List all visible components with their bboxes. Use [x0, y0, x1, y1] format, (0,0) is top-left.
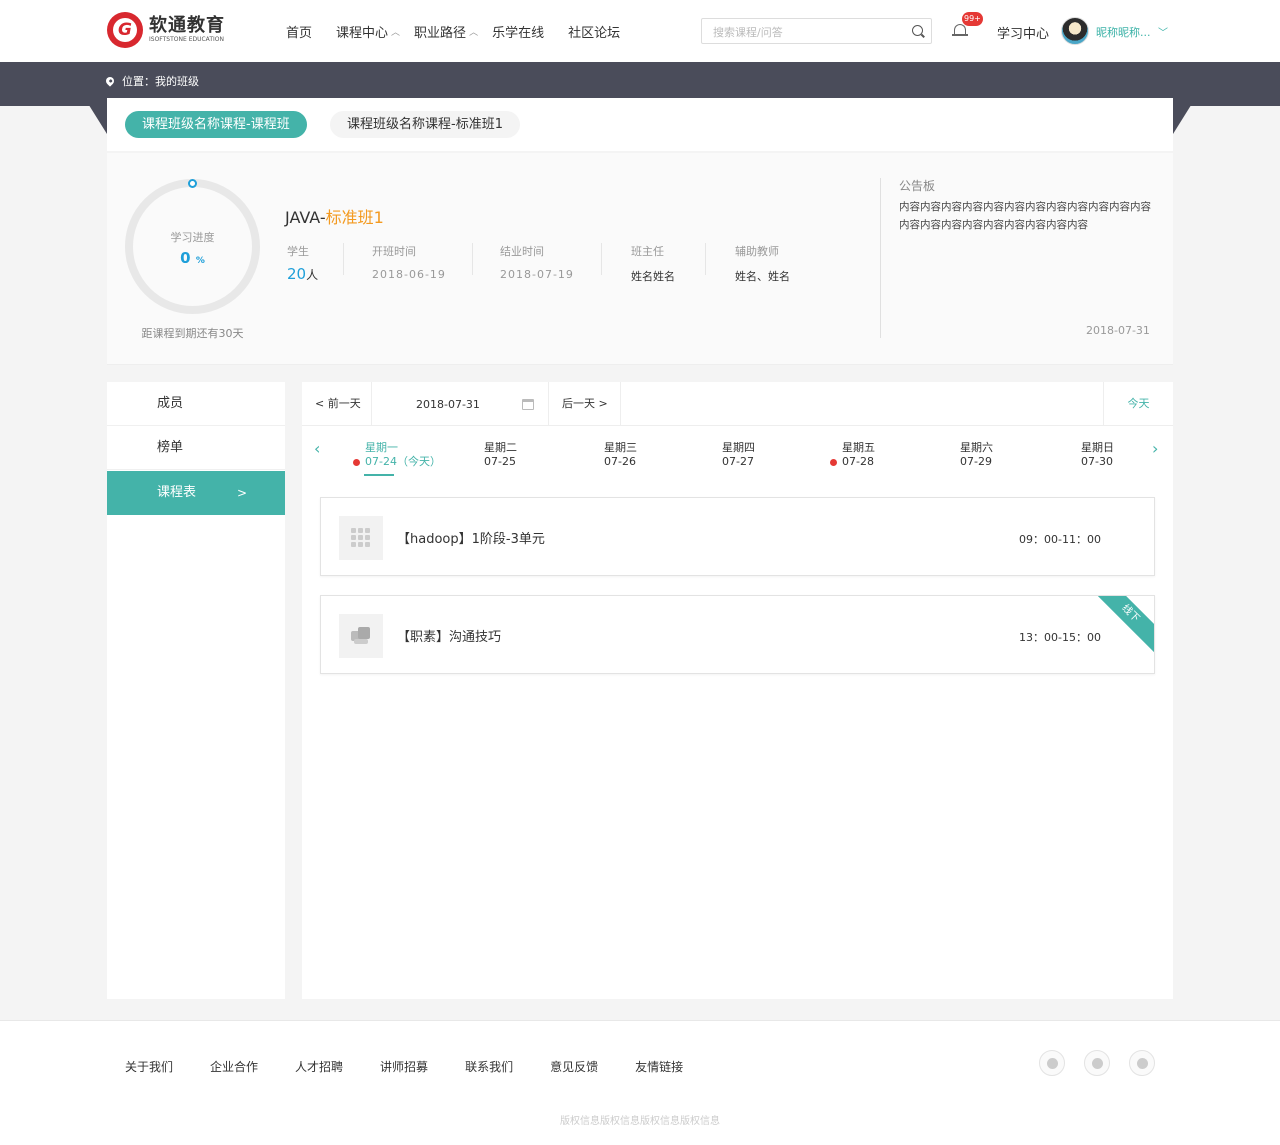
tab-class-2[interactable]: 课程班级名称课程-标准班1: [330, 111, 520, 138]
site-footer: 关于我们 企业合作 人才招聘 讲师招募 联系我们 意见反馈 友情链接 版权信息版…: [0, 1020, 1280, 1145]
footer-link-friends[interactable]: 友情链接: [635, 1058, 683, 1075]
user-nickname[interactable]: 昵称昵称...: [1096, 24, 1151, 40]
stat-start-date: 开班时间 2018-06-19: [372, 245, 446, 281]
chevron-down-icon[interactable]: ﹀: [1158, 24, 1168, 39]
week-strip: ‹ 星期一 07-24（今天） 星期二 07-25 星期三 07-26 星期四 …: [302, 427, 1173, 478]
sidebar: 成员 榜单 课程表 >: [107, 382, 285, 999]
active-day-indicator: [364, 474, 394, 476]
chevron-up-icon: ︿: [391, 28, 401, 38]
weibo-icon[interactable]: [1129, 1050, 1155, 1076]
week-day[interactable]: 星期一 07-24（今天）: [353, 441, 441, 469]
notification-badge: 99+: [962, 12, 983, 26]
nav-home[interactable]: 首页: [286, 22, 312, 41]
footer-link-feedback[interactable]: 意见反馈: [550, 1058, 598, 1075]
site-logo[interactable]: G 软通教育 ISOFTSTONE EDUCATION: [107, 12, 225, 48]
footer-link-contact[interactable]: 联系我们: [465, 1058, 513, 1075]
chevron-up-icon: ︿: [469, 28, 479, 38]
week-day[interactable]: 星期五 07-28: [830, 441, 875, 469]
footer-link-about[interactable]: 关于我们: [125, 1058, 173, 1075]
logo-subtitle: ISOFTSTONE EDUCATION: [149, 36, 224, 43]
lesson-dot: [830, 458, 837, 466]
lesson-card[interactable]: 【职素】沟通技巧 13：00-15：00 线下: [320, 595, 1155, 674]
top-header: G 软通教育 ISOFTSTONE EDUCATION 首页 课程中心 ︿ 职业路…: [0, 0, 1280, 62]
avatar[interactable]: [1061, 17, 1089, 45]
lesson-time: 09：00-11：00: [1019, 533, 1101, 546]
breadcrumb: 位置：我的班级: [104, 73, 199, 89]
divider: [343, 243, 344, 275]
date-navigation: < 前一天 2018-07-31 后一天 > 今天: [302, 382, 1173, 426]
week-day[interactable]: 星期二 07-25: [484, 441, 517, 469]
location-pin-icon: [104, 75, 116, 87]
chevron-right-icon: >: [236, 486, 247, 500]
week-day[interactable]: 星期日 07-30: [1081, 441, 1114, 469]
chat-icon: [351, 627, 371, 645]
progress-label: 学习进度: [170, 231, 215, 244]
notice-title: 公告板: [899, 179, 936, 193]
divider: [472, 243, 473, 275]
band-decoration-left: [62, 62, 107, 134]
divider: [601, 243, 602, 275]
stat-end-date: 结业时间 2018-07-19: [500, 245, 574, 281]
sidebar-item-schedule[interactable]: 课程表 >: [107, 471, 285, 515]
today-button[interactable]: 今天: [1103, 382, 1173, 426]
progress-value: 0 %: [180, 249, 205, 267]
search-icon[interactable]: [912, 25, 923, 36]
progress-ring: [125, 179, 260, 314]
footer-link-jobs[interactable]: 人才招聘: [295, 1058, 343, 1075]
chevron-right-icon[interactable]: ›: [1152, 439, 1158, 458]
nav-online-learning[interactable]: 乐学在线: [492, 22, 544, 41]
lesson-title: 【职素】沟通技巧: [397, 630, 502, 645]
grid-icon: [351, 528, 371, 548]
stat-students: 学生 20人: [287, 245, 319, 283]
date-picker[interactable]: 2018-07-31: [372, 382, 549, 426]
week-day[interactable]: 星期三 07-26: [604, 441, 637, 469]
week-day[interactable]: 星期六 07-29: [960, 441, 993, 469]
search-placeholder: 搜索课程/问答: [713, 26, 783, 39]
lesson-card[interactable]: 【hadoop】1阶段-3单元 09：00-11：00: [320, 497, 1155, 576]
class-title: JAVA-标准班1: [285, 208, 384, 227]
breadcrumb-text: 位置：我的班级: [122, 75, 199, 88]
notice-body: 内容内容内容内容内容内容内容内容内容内容内容内容内容内容内容内容内容内容内容内容…: [899, 201, 1151, 231]
band-decoration-right: [1173, 62, 1218, 134]
footer-links: 关于我们 企业合作 人才招聘 讲师招募 联系我们 意见反馈 友情链接: [125, 1058, 720, 1075]
stat-assistant: 辅助教师 姓名、姓名: [735, 245, 790, 283]
search-input[interactable]: 搜索课程/问答: [701, 18, 932, 44]
study-center-link[interactable]: 学习中心: [997, 23, 1049, 42]
week-day[interactable]: 星期四 07-27: [722, 441, 755, 469]
wechat-icon[interactable]: [1084, 1050, 1110, 1076]
lesson-dot: [353, 458, 360, 466]
lesson-thumbnail: [339, 516, 383, 560]
date-picker-value: 2018-07-31: [416, 398, 480, 411]
lesson-time: 13：00-15：00: [1019, 631, 1101, 644]
progress-ring-marker: [188, 179, 197, 188]
nav-forum[interactable]: 社区论坛: [568, 22, 620, 41]
nav-career-path[interactable]: 职业路径 ︿: [414, 22, 478, 41]
offline-ribbon: 线下: [1087, 596, 1154, 657]
chevron-left-icon[interactable]: ‹: [314, 439, 320, 458]
lesson-thumbnail: [339, 614, 383, 658]
qq-icon[interactable]: [1039, 1050, 1065, 1076]
logo-title: 软通教育: [149, 15, 225, 36]
prev-day-button[interactable]: < 前一天: [302, 382, 372, 426]
next-day-button[interactable]: 后一天 >: [549, 382, 621, 426]
lesson-title: 【hadoop】1阶段-3单元: [397, 532, 545, 547]
footer-link-lecturers[interactable]: 讲师招募: [380, 1058, 428, 1075]
class-tabs: 课程班级名称课程-课程班 课程班级名称课程-标准班1: [107, 98, 1173, 151]
stat-head-teacher: 班主任 姓名姓名: [631, 245, 675, 283]
sidebar-item-ranking[interactable]: 榜单: [107, 426, 285, 470]
nav-course-center[interactable]: 课程中心 ︿: [336, 22, 400, 41]
logo-icon: G: [107, 12, 143, 48]
notice-date: 2018-07-31: [1086, 324, 1150, 337]
expiry-countdown: 距课程到期还有30天: [141, 327, 244, 340]
copyright: 版权信息版权信息版权信息版权信息: [560, 1116, 720, 1127]
tab-class-1[interactable]: 课程班级名称课程-课程班: [125, 111, 307, 138]
class-info-card: 学习进度 0 % 距课程到期还有30天 JAVA-标准班1 学生 20人 开班时…: [107, 153, 1173, 365]
footer-link-cooperation[interactable]: 企业合作: [210, 1058, 258, 1075]
calendar-icon[interactable]: [522, 399, 534, 410]
divider: [705, 243, 706, 275]
main-nav: 首页 课程中心 ︿ 职业路径 ︿ 乐学在线 社区论坛: [286, 22, 644, 41]
sidebar-item-members[interactable]: 成员: [107, 382, 285, 426]
schedule-panel: < 前一天 2018-07-31 后一天 > 今天 ‹ 星期一 07-24（今天…: [302, 382, 1173, 999]
notice-divider: [880, 178, 881, 338]
